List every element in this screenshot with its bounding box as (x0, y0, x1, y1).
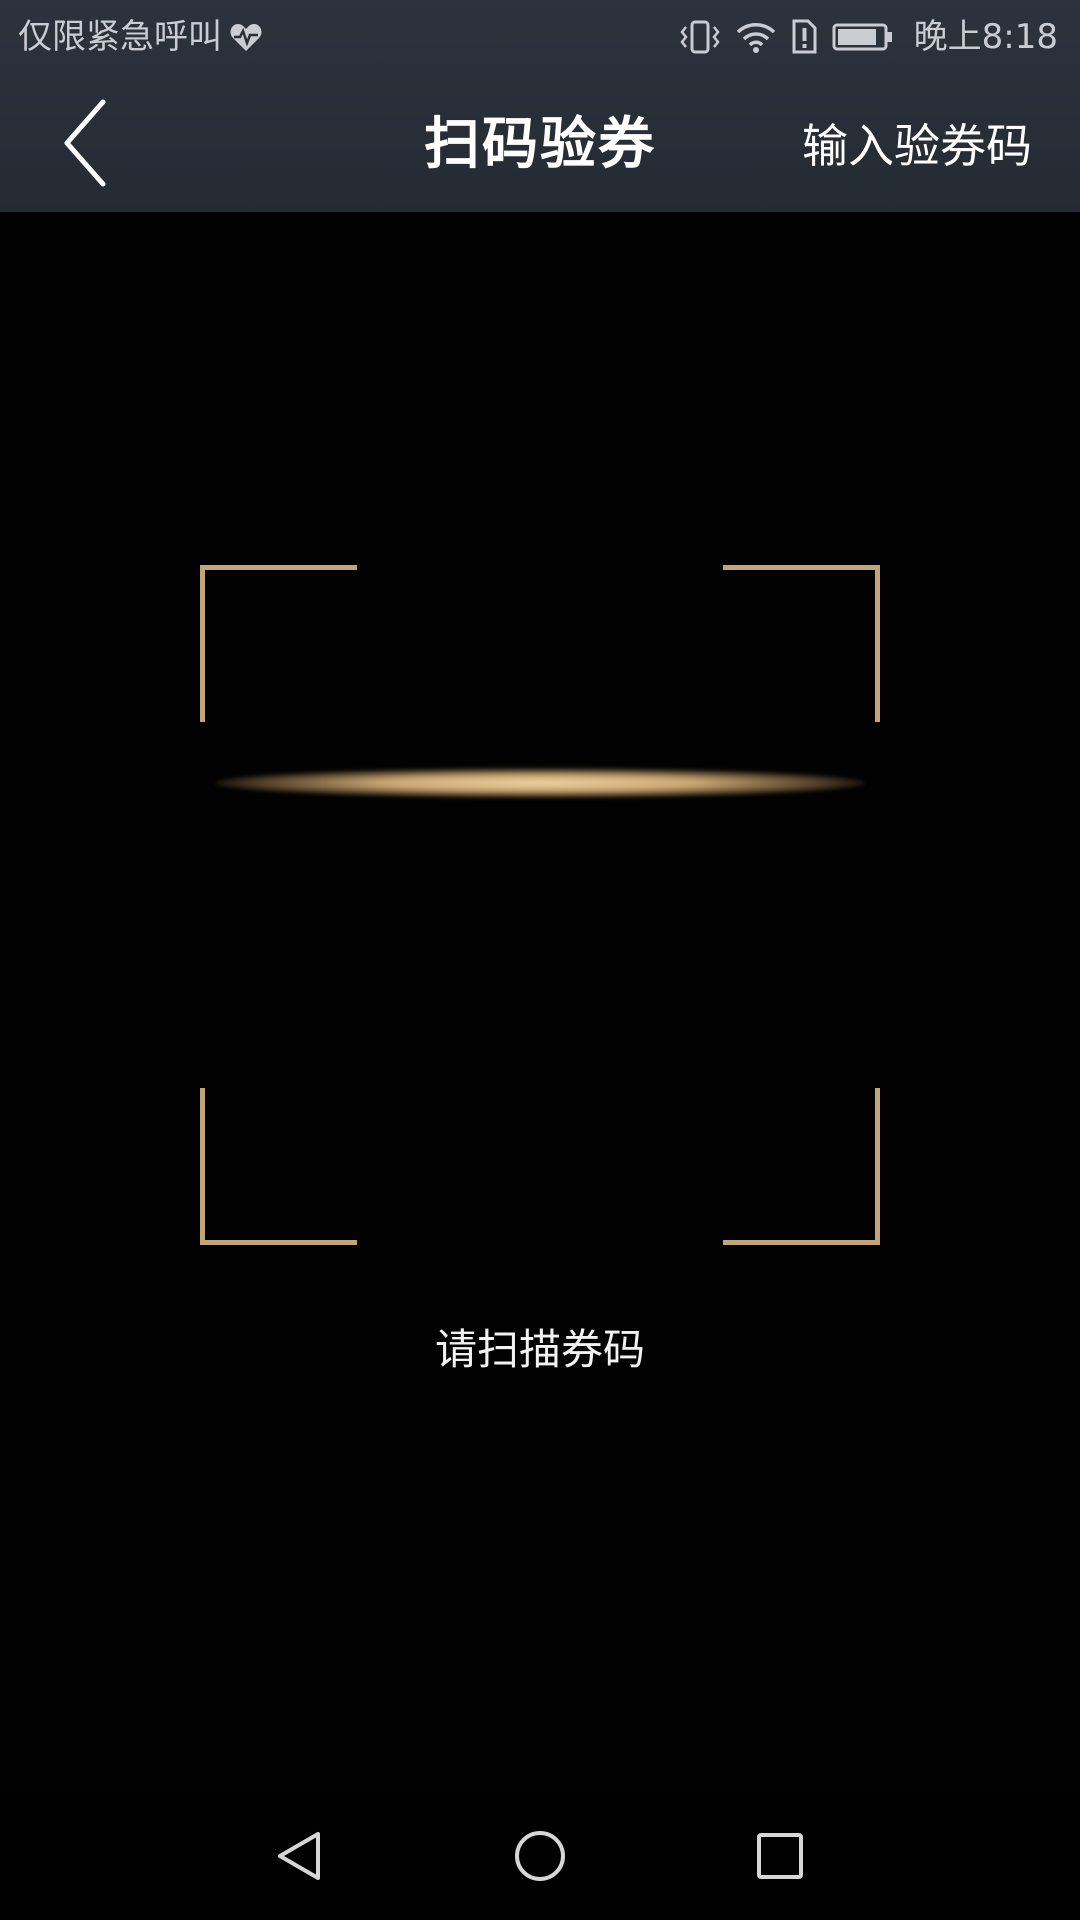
enter-code-button[interactable]: 输入验券码 (802, 115, 1032, 177)
scan-frame-corner-bottom-right (723, 1088, 880, 1245)
heart-health-icon (228, 19, 264, 55)
wifi-icon (736, 20, 776, 54)
back-triangle-icon (278, 1832, 320, 1880)
sim-alert-icon (790, 19, 818, 55)
battery-icon (832, 22, 894, 52)
scan-frame (200, 565, 880, 1245)
scan-frame-corner-top-right (723, 565, 880, 722)
status-time: 晚上8:18 (913, 17, 1058, 57)
vibrate-icon (678, 19, 722, 55)
status-right: 晚上8:18 (678, 14, 1058, 60)
system-home-button[interactable] (504, 1820, 576, 1892)
nav-bar: 扫码验券 输入验券码 (0, 75, 1080, 212)
home-circle-icon (515, 1831, 565, 1881)
scan-frame-corner-bottom-left (200, 1088, 357, 1245)
scan-line (215, 768, 865, 798)
header: 仅限紧急呼叫 晚上8:18 扫码验券 输入验券码 (0, 0, 1080, 212)
status-bar: 仅限紧急呼叫 晚上8:18 (0, 0, 1080, 75)
scan-hint: 请扫描券码 (434, 1325, 645, 1374)
status-left: 仅限紧急呼叫 (18, 14, 264, 60)
scan-frame-corner-top-left (200, 565, 357, 722)
system-recents-button[interactable] (744, 1820, 816, 1892)
system-navigation-bar (0, 1792, 1080, 1920)
recents-square-icon (757, 1833, 803, 1879)
system-back-button[interactable] (264, 1820, 336, 1892)
carrier-text: 仅限紧急呼叫 (18, 17, 222, 57)
screen: 仅限紧急呼叫 晚上8:18 扫码验券 输入验券码 请扫描券码 (0, 0, 1080, 1920)
